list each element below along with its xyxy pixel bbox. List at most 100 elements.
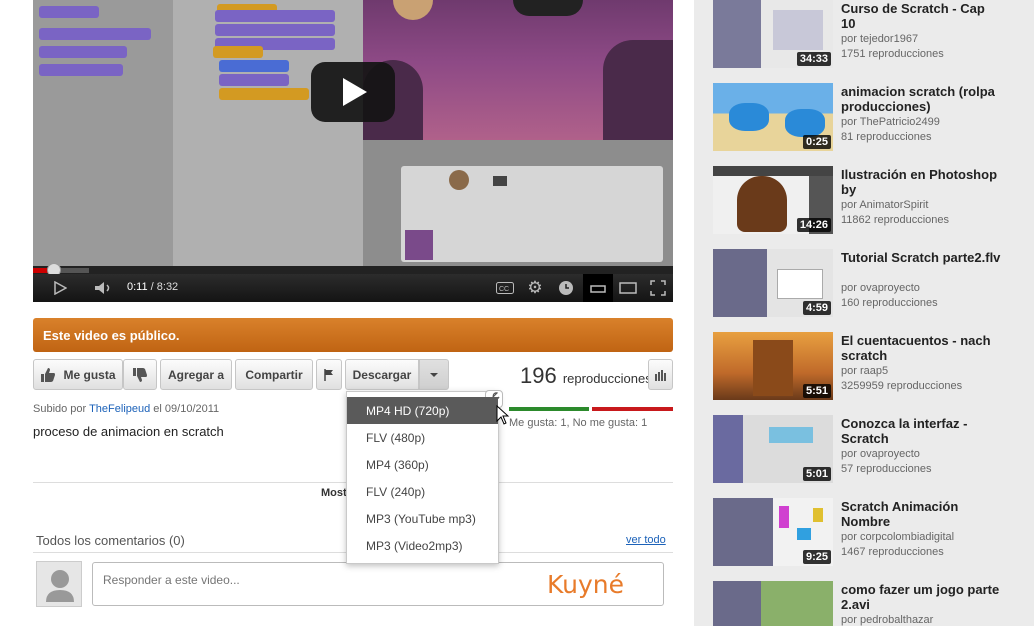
video-scratch-scripts bbox=[173, 0, 363, 266]
download-option[interactable]: FLV (480p) bbox=[347, 424, 498, 451]
related-video[interactable]: 5:51 El cuentacuentos - nach scratch por… bbox=[713, 332, 1013, 402]
related-video[interactable]: 0:25 animacion scratch (rolpa produccion… bbox=[713, 83, 1013, 153]
video-duration: 4:59 bbox=[802, 301, 831, 315]
big-play-button[interactable] bbox=[311, 62, 395, 122]
related-thumbnail[interactable]: 14:26 bbox=[713, 166, 833, 234]
related-title[interactable]: Tutorial Scratch parte2.flv bbox=[841, 250, 1001, 265]
view-count-number: 196 bbox=[520, 363, 557, 388]
video-description: proceso de animacion en scratch bbox=[33, 424, 224, 439]
bar-chart-icon bbox=[654, 369, 666, 381]
small-player-button[interactable] bbox=[583, 274, 613, 302]
related-thumbnail[interactable]: 5:01 bbox=[713, 415, 833, 483]
play-icon bbox=[54, 281, 67, 295]
download-option[interactable]: MP3 (YouTube mp3) bbox=[347, 505, 498, 532]
upload-date: el 09/10/2011 bbox=[153, 403, 220, 415]
related-title[interactable]: Conozca la interfaz - Scratch bbox=[841, 416, 1001, 446]
video-duration: 5:01 bbox=[802, 467, 831, 481]
stats-button[interactable] bbox=[648, 359, 673, 390]
related-title[interactable]: Curso de Scratch - Cap 10 bbox=[841, 1, 1001, 31]
mouse-cursor-icon bbox=[496, 405, 510, 425]
related-video[interactable]: 34:33 Curso de Scratch - Cap 10 por teje… bbox=[713, 0, 1013, 70]
video-duration: 0:25 bbox=[802, 135, 831, 149]
related-plays: 1751 reproducciones bbox=[841, 48, 944, 60]
upload-info: Subido por TheFelipeud el 09/10/2011 bbox=[33, 403, 219, 415]
download-button[interactable]: Descargar bbox=[345, 359, 419, 390]
show-more-label[interactable]: Most bbox=[321, 487, 347, 499]
player-controls: 0:11 / 8:32 CC ⚙ bbox=[33, 274, 673, 302]
related-video[interactable]: 5:01 Conozca la interfaz - Scratch por o… bbox=[713, 415, 1013, 485]
uploader-link[interactable]: TheFelipeud bbox=[89, 403, 150, 415]
share-button[interactable]: Compartir bbox=[235, 359, 313, 390]
total-time: / 8:32 bbox=[150, 281, 179, 293]
related-thumbnail[interactable]: 5:51 bbox=[713, 332, 833, 400]
related-author: por ovaproyecto bbox=[841, 448, 920, 460]
dislike-button[interactable] bbox=[123, 359, 157, 390]
video-duration: 34:33 bbox=[796, 52, 831, 66]
related-author: por AnimatorSpirit bbox=[841, 199, 929, 211]
related-video[interactable]: como fazer um jogo parte 2.avi por pedro… bbox=[713, 581, 1013, 626]
public-notice: Este video es público. bbox=[33, 318, 673, 352]
download-menu: MP4 HD (720p) FLV (480p) MP4 (360p) FLV … bbox=[346, 390, 503, 564]
video-frame[interactable] bbox=[33, 0, 673, 266]
flag-icon bbox=[324, 368, 333, 381]
related-plays: 3259959 reproducciones bbox=[841, 380, 963, 392]
volume-button[interactable] bbox=[89, 274, 119, 302]
video-scratch-sprites bbox=[363, 140, 673, 266]
related-thumbnail[interactable]: 9:25 bbox=[713, 498, 833, 566]
see-all-link[interactable]: ver todo bbox=[626, 534, 666, 546]
video-duration: 9:25 bbox=[802, 550, 831, 564]
related-author: por ovaproyecto bbox=[841, 282, 920, 294]
download-dropdown-toggle[interactable] bbox=[419, 359, 449, 390]
related-plays: 57 reproducciones bbox=[841, 463, 932, 475]
user-silhouette-icon bbox=[46, 570, 74, 602]
dislike-ratio-bar bbox=[592, 407, 673, 411]
add-to-button[interactable]: Agregar a bbox=[160, 359, 232, 390]
fullscreen-button[interactable] bbox=[645, 274, 671, 302]
related-author: por tejedor1967 bbox=[841, 33, 919, 45]
watch-later-button[interactable] bbox=[553, 274, 579, 302]
video-player[interactable]: 0:11 / 8:32 CC ⚙ bbox=[33, 0, 673, 302]
download-option[interactable]: MP3 (Video2mp3) bbox=[347, 532, 498, 559]
download-option[interactable]: FLV (240p) bbox=[347, 478, 498, 505]
like-label: Me gusta bbox=[63, 367, 116, 382]
comments-heading: Todos los comentarios (0) bbox=[36, 533, 185, 548]
related-video[interactable]: 14:26 Ilustración en Photoshop by por An… bbox=[713, 166, 1013, 236]
progress-bar[interactable] bbox=[33, 263, 673, 277]
related-author: por pedrobalthazar bbox=[841, 614, 934, 626]
related-thumbnail[interactable]: 34:33 bbox=[713, 0, 833, 68]
related-title[interactable]: como fazer um jogo parte 2.avi bbox=[841, 582, 1001, 612]
related-plays: 1467 reproducciones bbox=[841, 546, 944, 558]
volume-icon bbox=[95, 282, 110, 294]
related-videos-sidebar: 34:33 Curso de Scratch - Cap 10 por teje… bbox=[694, 0, 1034, 626]
current-time: 0:11 bbox=[127, 281, 148, 293]
large-player-button[interactable] bbox=[613, 274, 643, 302]
watch-later-icon bbox=[559, 281, 573, 295]
related-author: por ThePatricio2499 bbox=[841, 116, 940, 128]
related-plays: 160 reproducciones bbox=[841, 297, 938, 309]
flag-button[interactable] bbox=[316, 359, 342, 390]
like-button[interactable]: Me gusta bbox=[33, 359, 123, 390]
chevron-down-icon bbox=[430, 372, 438, 377]
related-title[interactable]: Scratch Animación Nombre bbox=[841, 499, 1001, 529]
captions-button[interactable]: CC bbox=[493, 274, 517, 302]
related-thumbnail[interactable] bbox=[713, 581, 833, 626]
related-title[interactable]: Ilustración en Photoshop by bbox=[841, 167, 1001, 197]
related-video[interactable]: 9:25 Scratch Animación Nombre por corpco… bbox=[713, 498, 1013, 568]
fullscreen-icon bbox=[650, 280, 666, 296]
svg-text:CC: CC bbox=[499, 286, 509, 293]
download-option[interactable]: MP4 (360p) bbox=[347, 451, 498, 478]
small-player-icon bbox=[590, 285, 606, 293]
download-option[interactable]: MP4 HD (720p) bbox=[347, 397, 498, 424]
related-title[interactable]: El cuentacuentos - nach scratch bbox=[841, 333, 1001, 363]
view-count-label: reproducciones bbox=[562, 371, 652, 386]
related-title[interactable]: animacion scratch (rolpa producciones) bbox=[841, 84, 1001, 114]
thumbs-down-icon bbox=[133, 367, 147, 382]
uploaded-by-label: Subido por bbox=[33, 403, 87, 415]
related-video[interactable]: 4:59 Tutorial Scratch parte2.flv por ova… bbox=[713, 249, 1013, 319]
related-thumbnail[interactable]: 0:25 bbox=[713, 83, 833, 151]
related-thumbnail[interactable]: 4:59 bbox=[713, 249, 833, 317]
video-duration: 14:26 bbox=[796, 218, 831, 232]
play-pause-button[interactable] bbox=[45, 274, 75, 302]
main-column: 0:11 / 8:32 CC ⚙ Este video es público. … bbox=[0, 0, 694, 626]
settings-button[interactable]: ⚙ bbox=[523, 274, 547, 302]
